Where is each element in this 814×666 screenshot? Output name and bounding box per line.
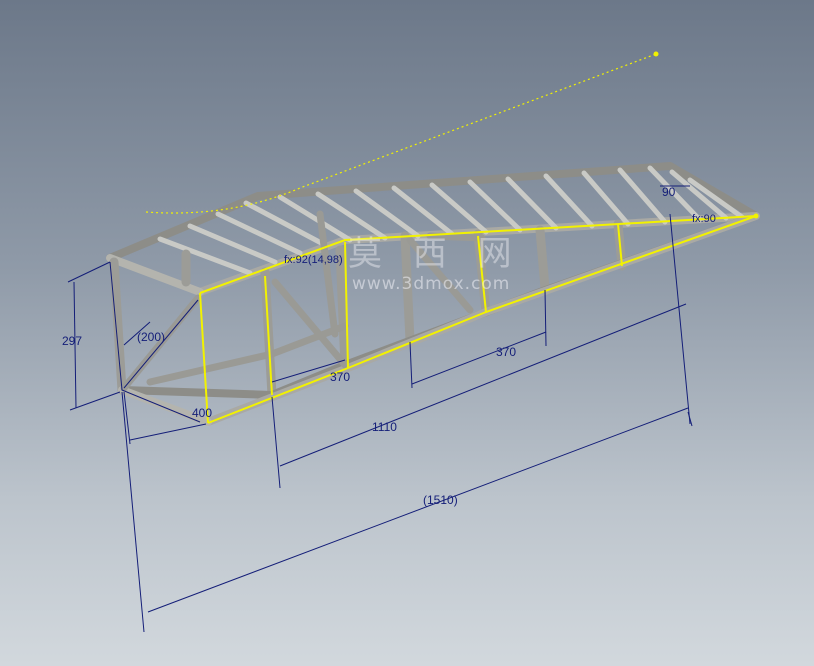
watermark-logo: 莫 西 网 <box>348 234 522 274</box>
apex-point[interactable] <box>753 213 759 219</box>
param-fx-2: fx:90 <box>692 213 716 225</box>
dim-width: 400 <box>192 406 212 420</box>
param-fx-1: fx:92(14,98) <box>284 254 343 266</box>
watermark-url: www.3dmox.com <box>352 274 511 294</box>
dim-total: (1510) <box>423 493 458 507</box>
cad-viewport[interactable]: 297 (200) 400 370 370 1110 (1510) 90 fx:… <box>0 0 814 666</box>
model-scene[interactable]: 297 (200) 400 370 370 1110 (1510) 90 fx:… <box>0 0 814 666</box>
dim-middle: 1110 <box>372 420 397 434</box>
dim-bay-2: 370 <box>496 345 516 359</box>
selected-end-post <box>199 292 209 424</box>
dim-diagonal: (200) <box>137 330 165 344</box>
sketch-endpoint[interactable] <box>653 51 659 57</box>
dim-bay-1: 370 <box>330 370 350 384</box>
dim-angle-top: 90 <box>662 185 676 199</box>
truss-frame[interactable] <box>106 162 760 426</box>
dim-height: 297 <box>62 334 82 348</box>
